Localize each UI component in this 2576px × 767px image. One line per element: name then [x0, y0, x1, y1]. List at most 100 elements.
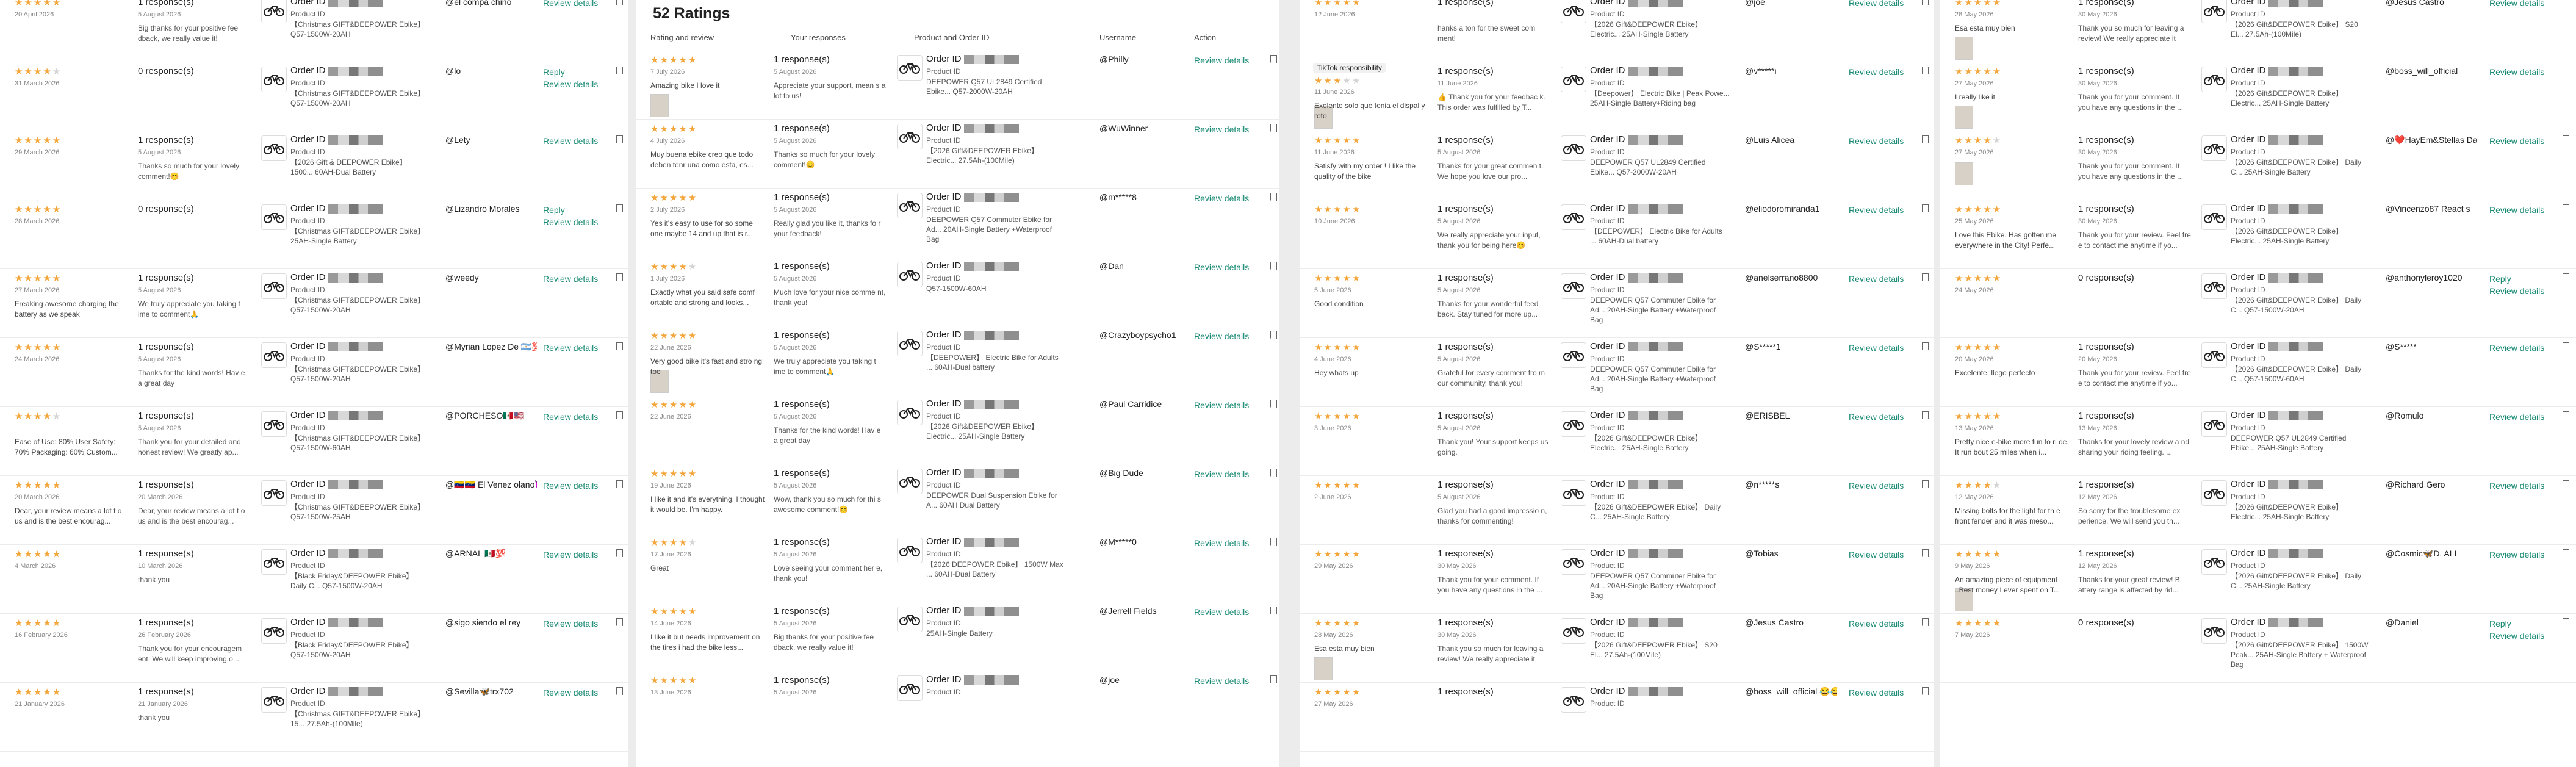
bookmark-icon[interactable]: [1270, 124, 1277, 132]
bookmark-icon[interactable]: [1270, 262, 1277, 270]
review-details-link[interactable]: Review details: [543, 216, 598, 228]
bookmark-icon[interactable]: [2563, 618, 2569, 626]
reply-link[interactable]: Reply: [2489, 618, 2544, 630]
bookmark-icon[interactable]: [1922, 411, 1929, 419]
bookmark-icon[interactable]: [1270, 193, 1277, 201]
review-details-link[interactable]: Review details: [543, 549, 598, 561]
review-details-link[interactable]: Review details: [543, 342, 598, 354]
review-details-link[interactable]: Review details: [1194, 192, 1249, 204]
bookmark-icon[interactable]: [1270, 607, 1277, 614]
bookmark-icon[interactable]: [1922, 480, 1929, 488]
review-details-link[interactable]: Review details: [2489, 204, 2544, 216]
review-photo[interactable]: [1955, 37, 1973, 60]
order-id-redacted: [2268, 135, 2323, 145]
response-count: 1 response(s): [2078, 204, 2134, 214]
bookmark-icon[interactable]: [616, 135, 623, 143]
review-details-link[interactable]: Review details: [543, 78, 598, 90]
review-details-link[interactable]: Review details: [1194, 399, 1249, 411]
review-photo[interactable]: [1955, 106, 1973, 129]
review-details-link[interactable]: Review details: [2489, 549, 2544, 561]
review-details-link[interactable]: Review details: [543, 686, 598, 699]
bookmark-icon[interactable]: [1922, 342, 1929, 350]
review-details-link[interactable]: Review details: [2489, 66, 2544, 78]
review-details-link[interactable]: Review details: [1849, 411, 1904, 423]
order-id-redacted: [328, 618, 383, 627]
bookmark-icon[interactable]: [2563, 135, 2569, 143]
review-details-link[interactable]: Review details: [543, 480, 598, 492]
review-text: Exelente solo que tenia el dispal y roto: [1314, 101, 1425, 120]
order-id-label: Order ID: [926, 123, 962, 133]
reply-link[interactable]: Reply: [2489, 273, 2544, 285]
review-details-link[interactable]: Review details: [543, 618, 598, 630]
bookmark-icon[interactable]: [616, 204, 623, 212]
review-details-link[interactable]: Review details: [2489, 342, 2544, 354]
bookmark-icon[interactable]: [1270, 331, 1277, 339]
bookmark-icon[interactable]: [2563, 67, 2569, 74]
review-details-link[interactable]: Review details: [543, 411, 598, 423]
bookmark-icon[interactable]: [1270, 469, 1277, 477]
review-details-link[interactable]: Review details: [1849, 273, 1904, 285]
review-details-link[interactable]: Review details: [1849, 135, 1904, 147]
review-details-link[interactable]: Review details: [1849, 549, 1904, 561]
bookmark-icon[interactable]: [1922, 273, 1929, 281]
bookmark-icon[interactable]: [1270, 55, 1277, 63]
review-details-link[interactable]: Review details: [1194, 606, 1249, 618]
bookmark-icon[interactable]: [1922, 687, 1929, 695]
bookmark-icon[interactable]: [1270, 675, 1277, 683]
review-details-link[interactable]: Review details: [1194, 54, 1249, 67]
review-details-link[interactable]: Review details: [543, 0, 598, 9]
bookmark-icon[interactable]: [1922, 204, 1929, 212]
review-details-link[interactable]: Review details: [2489, 480, 2544, 492]
review-details-link[interactable]: Review details: [2489, 0, 2544, 9]
review-details-link[interactable]: Review details: [543, 273, 598, 285]
bookmark-icon[interactable]: [616, 618, 623, 626]
review-text: Good condition: [1314, 300, 1364, 308]
review-details-link[interactable]: Review details: [2489, 630, 2544, 642]
review-details-link[interactable]: Review details: [1194, 261, 1249, 273]
review-details-link[interactable]: Review details: [2489, 135, 2544, 147]
review-details-link[interactable]: Review details: [1194, 330, 1249, 342]
review-details-link[interactable]: Review details: [543, 135, 598, 147]
review-details-link[interactable]: Review details: [2489, 411, 2544, 423]
bookmark-icon[interactable]: [1270, 538, 1277, 546]
bookmark-icon[interactable]: [1922, 618, 1929, 626]
bookmark-icon[interactable]: [616, 0, 623, 5]
bookmark-icon[interactable]: [616, 687, 623, 695]
bookmark-icon[interactable]: [2563, 342, 2569, 350]
bookmark-icon[interactable]: [616, 480, 623, 488]
review-details-link[interactable]: Review details: [1849, 66, 1904, 78]
bookmark-icon[interactable]: [2563, 549, 2569, 557]
bookmark-icon[interactable]: [616, 549, 623, 557]
bookmark-icon[interactable]: [2563, 0, 2569, 5]
bookmark-icon[interactable]: [1922, 67, 1929, 74]
bookmark-icon[interactable]: [616, 411, 623, 419]
bookmark-icon[interactable]: [616, 342, 623, 350]
review-photo[interactable]: [1314, 657, 1333, 680]
bookmark-icon[interactable]: [616, 67, 623, 74]
order-id-label: Order ID: [290, 203, 326, 214]
bookmark-icon[interactable]: [1922, 549, 1929, 557]
bookmark-icon[interactable]: [2563, 411, 2569, 419]
bookmark-icon[interactable]: [1270, 400, 1277, 408]
review-photo[interactable]: [1955, 162, 1973, 185]
review-details-link[interactable]: Review details: [1849, 204, 1904, 216]
bookmark-icon[interactable]: [1922, 0, 1929, 5]
bookmark-icon[interactable]: [616, 273, 623, 281]
bookmark-icon[interactable]: [2563, 204, 2569, 212]
review-details-link[interactable]: Review details: [1194, 675, 1249, 687]
review-photo[interactable]: [650, 94, 669, 117]
review-details-link[interactable]: Review details: [2489, 285, 2544, 297]
reply-link[interactable]: Reply: [543, 204, 598, 216]
review-details-link[interactable]: Review details: [1194, 123, 1249, 135]
review-details-link[interactable]: Review details: [1194, 468, 1249, 480]
review-details-link[interactable]: Review details: [1194, 537, 1249, 549]
review-details-link[interactable]: Review details: [1849, 480, 1904, 492]
bookmark-icon[interactable]: [2563, 273, 2569, 281]
review-details-link[interactable]: Review details: [1849, 686, 1904, 699]
review-details-link[interactable]: Review details: [1849, 0, 1904, 9]
review-details-link[interactable]: Review details: [1849, 342, 1904, 354]
bookmark-icon[interactable]: [2563, 480, 2569, 488]
bookmark-icon[interactable]: [1922, 135, 1929, 143]
reply-link[interactable]: Reply: [543, 66, 598, 78]
review-details-link[interactable]: Review details: [1849, 618, 1904, 630]
